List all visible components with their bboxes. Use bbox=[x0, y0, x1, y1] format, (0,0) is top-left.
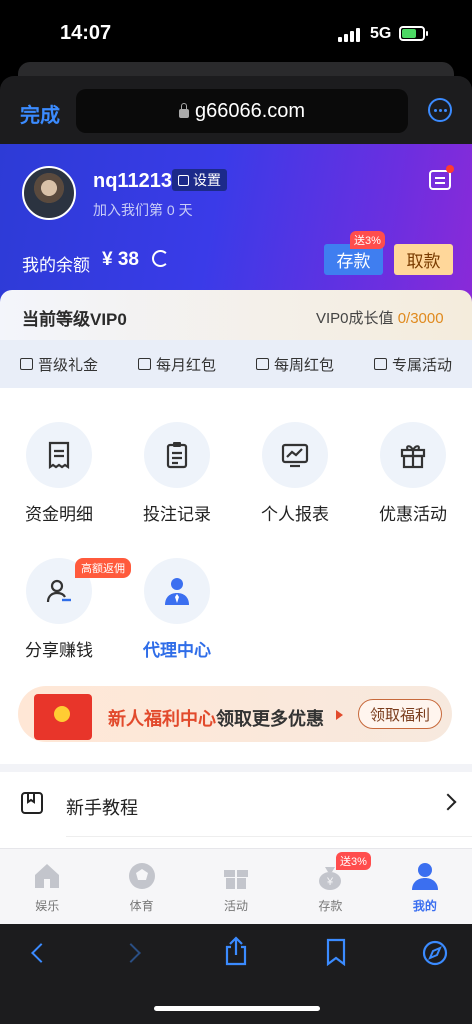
url-bar[interactable]: g66066.com bbox=[76, 89, 408, 133]
vip-benefits-nav: 晋级礼金 每月红包 每周红包 专属活动 bbox=[0, 340, 472, 388]
triangle-right-icon bbox=[336, 710, 343, 720]
svg-text:¥: ¥ bbox=[326, 876, 334, 888]
red-envelope-icon bbox=[34, 694, 92, 740]
vip-nav-label: 每月红包 bbox=[155, 356, 216, 374]
settings-label: 设置 bbox=[193, 172, 221, 188]
vip-nav-weekly[interactable]: 每周红包 bbox=[255, 354, 334, 375]
grid-item-agent[interactable]: 代理中心 bbox=[118, 558, 236, 661]
notification-dot bbox=[446, 165, 454, 173]
grid-label: 代理中心 bbox=[143, 641, 211, 660]
tab-label: 体育 bbox=[129, 899, 154, 913]
grid-label: 投注记录 bbox=[143, 505, 211, 524]
grid-item-funds[interactable]: 资金明细 bbox=[0, 422, 118, 525]
grid-label: 分享赚钱 bbox=[25, 641, 93, 660]
url-text: g66066.com bbox=[194, 99, 306, 122]
soccer-ball-icon bbox=[128, 863, 155, 889]
tab-label: 我的 bbox=[412, 899, 437, 913]
vip-nav-label: 每周红包 bbox=[273, 356, 334, 374]
withdraw-button[interactable]: 取款 bbox=[394, 244, 453, 275]
divider bbox=[0, 764, 472, 772]
star-card-icon bbox=[373, 358, 387, 370]
receipt-icon bbox=[48, 441, 70, 470]
share-user-icon bbox=[46, 579, 71, 603]
signal-icon bbox=[338, 28, 362, 42]
compass-icon[interactable] bbox=[422, 940, 448, 966]
refresh-icon[interactable] bbox=[152, 250, 169, 267]
deposit-bonus-badge: 送3% bbox=[350, 231, 385, 249]
battery-icon bbox=[399, 26, 428, 41]
grid-item-promos[interactable]: 优惠活动 bbox=[354, 422, 472, 525]
banner-text: 新人福利中心领取更多优惠 bbox=[108, 705, 324, 731]
book-icon bbox=[21, 792, 43, 814]
divider bbox=[66, 836, 472, 837]
vip-nav-promotion-gift[interactable]: 晋级礼金 bbox=[19, 354, 98, 375]
message-icon[interactable] bbox=[429, 170, 451, 190]
tab-label: 活动 bbox=[224, 899, 249, 913]
tab-activities[interactable]: 活动 bbox=[189, 849, 283, 925]
banner-text-dark: 领取更多优惠 bbox=[216, 709, 324, 729]
claim-benefits-button[interactable]: 领取福利 bbox=[358, 699, 442, 729]
tab-label: 存款 bbox=[318, 899, 343, 913]
vip-growth-current: 0 bbox=[397, 310, 407, 327]
vip-level: 当前等级VIP0 bbox=[22, 310, 127, 329]
clipboard-icon bbox=[166, 442, 188, 469]
bookmarks-icon[interactable] bbox=[325, 938, 347, 966]
grid-item-bets[interactable]: 投注记录 bbox=[118, 422, 236, 525]
vip-growth-total: /3000 bbox=[406, 310, 444, 327]
vip-nav-exclusive[interactable]: 专属活动 bbox=[373, 354, 452, 375]
more-options-icon[interactable] bbox=[428, 98, 452, 122]
avatar[interactable] bbox=[22, 166, 76, 220]
vip-nav-monthly[interactable]: 每月红包 bbox=[137, 354, 216, 375]
gift-box-icon bbox=[400, 445, 426, 469]
lock-icon bbox=[178, 102, 189, 118]
balance-value: ¥ 38 bbox=[102, 249, 139, 270]
gift-icon bbox=[224, 870, 249, 889]
joined-days: 加入我们第 0 天 bbox=[93, 202, 193, 218]
banner-text-red: 新人福利中心 bbox=[108, 709, 216, 729]
envelope-icon bbox=[137, 358, 151, 370]
grid-label: 优惠活动 bbox=[379, 505, 447, 524]
tab-sports[interactable]: 体育 bbox=[94, 849, 188, 925]
profile-header bbox=[0, 144, 472, 304]
agent-icon bbox=[165, 578, 189, 605]
vip-nav-label: 晋级礼金 bbox=[37, 356, 98, 374]
share-icon[interactable] bbox=[223, 936, 249, 966]
home-icon bbox=[35, 864, 60, 888]
tab-mine[interactable]: 我的 bbox=[378, 849, 472, 925]
deposit-tab-badge: 送3% bbox=[336, 852, 371, 870]
chart-monitor-icon bbox=[281, 443, 309, 468]
tutorial-label: 新手教程 bbox=[66, 798, 138, 818]
grid-label: 资金明细 bbox=[25, 505, 93, 524]
edit-icon bbox=[178, 174, 189, 186]
grid-item-report[interactable]: 个人报表 bbox=[236, 422, 354, 525]
vip-growth: VIP0成长值 0/3000 bbox=[316, 307, 444, 328]
balance-label: 我的余额 bbox=[22, 256, 90, 275]
status-time: 14:07 bbox=[60, 22, 112, 44]
grid-label: 个人报表 bbox=[261, 505, 329, 524]
bag-icon bbox=[255, 358, 269, 370]
person-icon bbox=[411, 863, 438, 890]
high-commission-badge: 高额返佣 bbox=[75, 558, 131, 578]
tab-entertainment[interactable]: 娱乐 bbox=[0, 849, 94, 925]
settings-button[interactable]: 设置 bbox=[172, 169, 227, 191]
vip-growth-label: VIP0成长值 bbox=[316, 310, 394, 327]
username: nq11213 bbox=[93, 170, 172, 192]
tab-label: 娱乐 bbox=[35, 899, 60, 913]
network-label: 5G bbox=[370, 25, 392, 42]
done-button[interactable]: 完成 bbox=[20, 99, 60, 128]
bottom-tab-bar: 娱乐 体育 活动 ¥ 存款 我的 bbox=[0, 848, 472, 925]
vip-nav-label: 专属活动 bbox=[391, 356, 452, 374]
home-indicator bbox=[154, 1006, 320, 1011]
gift-icon bbox=[19, 358, 33, 370]
